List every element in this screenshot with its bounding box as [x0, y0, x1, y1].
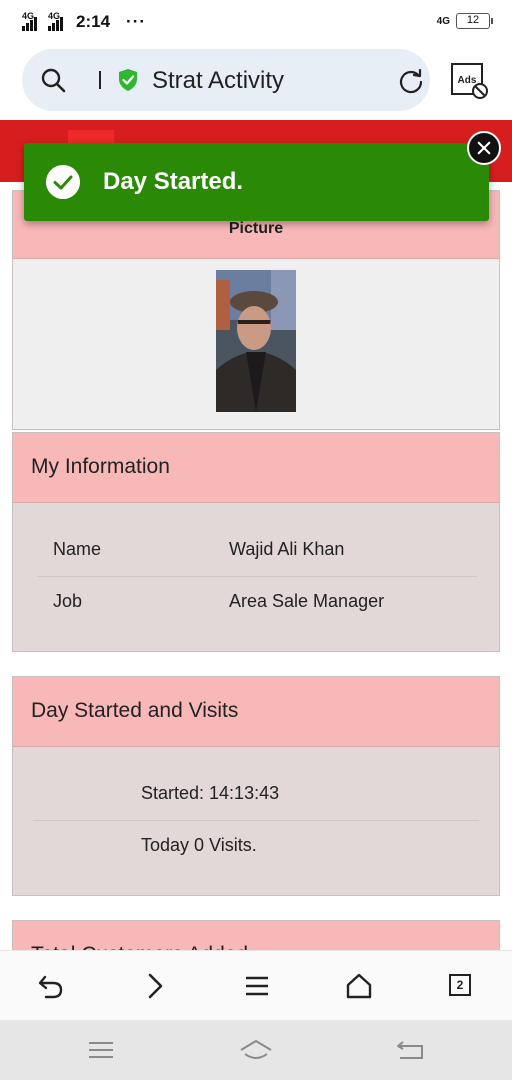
menu-icon[interactable] [242, 971, 272, 1001]
clock: 2:14 [76, 12, 111, 31]
home-icon[interactable] [344, 971, 374, 1001]
address-bar[interactable]: Strat Activity [22, 49, 430, 111]
more-notifications-icon: ··· [126, 12, 147, 31]
system-back-icon[interactable] [394, 1038, 428, 1062]
tabs-button[interactable]: 2 [449, 974, 471, 996]
status-left: 4G 4G 2:14 ··· [22, 11, 147, 32]
info-title: My Information [13, 433, 499, 503]
portrait-image [216, 270, 296, 412]
visits-count: Today 0 Visits. [141, 835, 257, 855]
check-icon [46, 165, 80, 199]
status-bar: 4G 4G 2:14 ··· 4G 12 [0, 0, 512, 44]
ads-label: Ads [458, 75, 477, 86]
visits-row: Today 0 Visits. [33, 821, 479, 873]
battery-icon: 12 [456, 13, 493, 29]
ad-block-icon[interactable]: Ads [450, 62, 490, 100]
info-value: Area Sale Manager [229, 591, 385, 611]
status-right: 4G 12 [436, 13, 493, 29]
picture-card: Picture [12, 190, 500, 430]
info-label: Name [53, 539, 102, 559]
toast-message: Day Started. [103, 168, 244, 195]
back-icon[interactable] [36, 971, 66, 1001]
success-toast: Day Started. [24, 143, 489, 221]
info-row: Job Area Sale Manager [37, 577, 477, 629]
recent-apps-icon[interactable] [84, 1038, 118, 1062]
system-nav-bar [0, 1020, 512, 1080]
reload-icon[interactable] [397, 67, 425, 95]
day-started-card: Day Started and Visits Started: 14:13:43… [12, 676, 500, 896]
search-icon[interactable] [40, 67, 66, 93]
network-label: 4G [22, 11, 35, 21]
day-title: Day Started and Visits [13, 677, 499, 747]
secure-shield-icon [119, 69, 137, 91]
info-label: Job [53, 591, 83, 611]
signal-icon: 4G [48, 11, 70, 31]
profile-photo [216, 270, 296, 412]
my-information-card: My Information Name Wajid Ali Khan Job A… [12, 432, 500, 652]
info-row: Name Wajid Ali Khan [37, 525, 477, 577]
started-row: Started: 14:13:43 [33, 769, 479, 821]
started-time: Started: 14:13:43 [141, 783, 280, 803]
network-type: 4G [436, 15, 450, 27]
system-home-icon[interactable] [239, 1038, 273, 1062]
info-value: Wajid Ali Khan [229, 539, 345, 559]
page-title[interactable]: Strat Activity [152, 67, 284, 95]
divider [99, 71, 101, 89]
signal-icon: 4G [22, 11, 44, 31]
forward-icon[interactable] [140, 971, 170, 1001]
close-icon[interactable] [467, 131, 501, 165]
network-label: 4G [48, 11, 61, 21]
browser-toolbar [0, 950, 512, 1020]
